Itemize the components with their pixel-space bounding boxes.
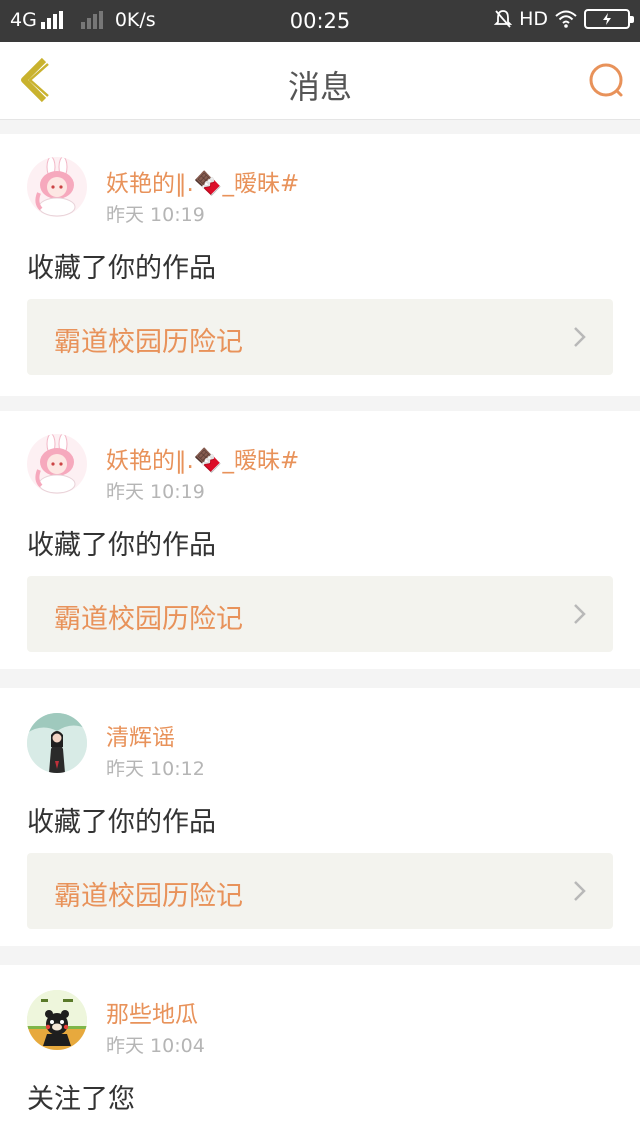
page-title: 消息 <box>287 68 352 106</box>
message-card: 妖艳的‖.🍫_暧昧# 昨天 10:19 收藏了你的作品 霸道校园历险记 <box>0 411 640 669</box>
username[interactable]: 妖艳的‖.🍫_暧昧# <box>106 164 299 198</box>
work-title: 霸道校园历险记 <box>54 604 243 635</box>
hd-label: HD <box>519 8 548 30</box>
search-icon <box>589 63 623 97</box>
work-title: 霸道校园历险记 <box>54 327 243 358</box>
bear-avatar-image <box>27 990 87 1050</box>
avatar[interactable] <box>27 990 87 1050</box>
anime-avatar-image <box>35 434 76 494</box>
message-card: 那些地瓜 昨天 10:04 关注了您 <box>0 965 640 1138</box>
action-text: 收藏了你的作品 <box>27 807 216 838</box>
timestamp: 昨天 10:12 <box>106 758 205 780</box>
anime-avatar-image <box>35 157 76 217</box>
avatar[interactable] <box>27 713 87 773</box>
nav-bar: 消息 <box>0 42 640 120</box>
chevron-right-icon <box>574 604 586 624</box>
timestamp: 昨天 10:19 <box>106 481 205 503</box>
message-card: 清辉谣 昨天 10:12 收藏了你的作品 霸道校园历险记 <box>0 688 640 946</box>
battery-icon <box>584 9 634 29</box>
action-text: 收藏了你的作品 <box>27 530 216 561</box>
avatar[interactable] <box>27 434 87 494</box>
message-card: 妖艳的‖.🍫_暧昧# 昨天 10:19 收藏了你的作品 霸道校园历险记 <box>0 134 640 396</box>
status-right: HD <box>493 8 634 30</box>
chevron-right-icon <box>574 881 586 901</box>
work-title: 霸道校园历险记 <box>54 881 243 912</box>
mute-bell-icon <box>493 10 513 28</box>
username[interactable]: 妖艳的‖.🍫_暧昧# <box>106 441 299 475</box>
work-link[interactable]: 霸道校园历险记 <box>27 299 613 375</box>
username[interactable]: 清辉谣 <box>106 718 175 752</box>
work-link[interactable]: 霸道校园历险记 <box>27 576 613 652</box>
search-button[interactable] <box>586 60 626 100</box>
timestamp: 昨天 10:04 <box>106 1035 205 1057</box>
timestamp: 昨天 10:19 <box>106 204 205 226</box>
chevron-right-icon <box>574 327 586 347</box>
username[interactable]: 那些地瓜 <box>106 995 198 1029</box>
action-text: 收藏了你的作品 <box>27 253 216 284</box>
avatar[interactable] <box>27 157 87 217</box>
work-link[interactable]: 霸道校园历险记 <box>27 853 613 929</box>
status-bar: 4G 0K/s 00:25 HD <box>0 0 640 42</box>
photo-avatar-image <box>27 713 87 773</box>
wifi-icon <box>555 10 577 28</box>
action-text: 关注了您 <box>27 1084 135 1115</box>
